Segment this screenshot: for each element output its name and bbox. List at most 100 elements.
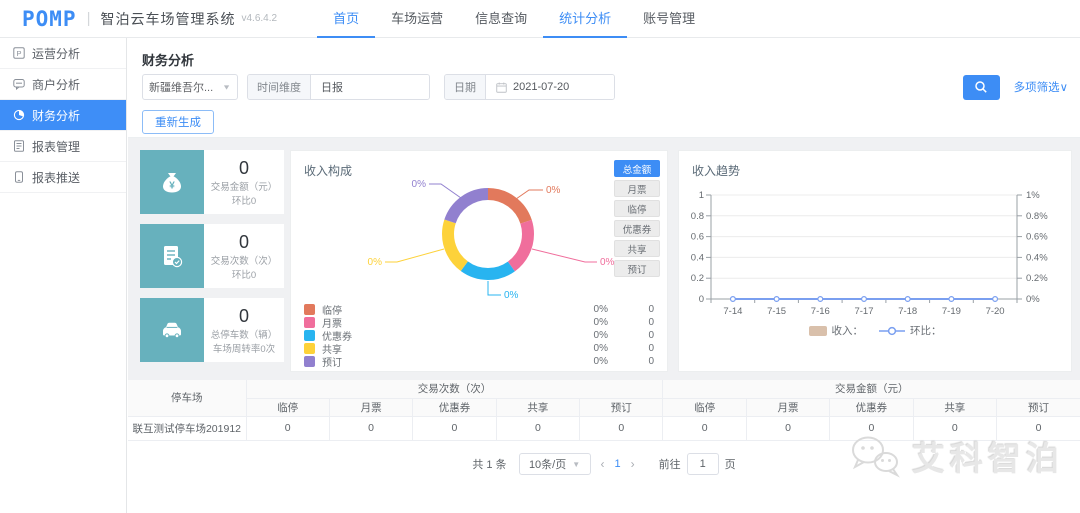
invoice-icon: [140, 224, 204, 288]
legend-swatch: [304, 343, 315, 354]
money-bag-icon: ¥: [140, 150, 204, 214]
goto-page: 前往 页: [659, 453, 736, 475]
y-right-tick: 0.2%: [1026, 273, 1048, 284]
goto-label: 前往: [659, 456, 681, 472]
report-push-icon: [13, 171, 25, 183]
sidebar-item-report-push[interactable]: 报表推送: [0, 162, 126, 193]
legend-value: 0: [608, 304, 654, 315]
legend-value: 0: [608, 330, 654, 341]
legend-value: 0: [608, 356, 654, 367]
page-title: 财务分析: [142, 50, 194, 69]
y-left-tick: 0: [699, 294, 704, 305]
y-right-tick: 1%: [1026, 190, 1040, 201]
finance-analysis-icon: [13, 109, 25, 121]
nav-parking-operation[interactable]: 车场运营: [375, 0, 459, 38]
next-page-button[interactable]: ›: [631, 457, 635, 471]
x-tick: 7-20: [986, 306, 1005, 317]
sub-header: 共享: [913, 398, 996, 416]
donut-callout-shared: 0%: [368, 257, 383, 268]
sidebar-item-finance-analysis[interactable]: 财务分析: [0, 100, 126, 131]
donut-callout-coupon: 0%: [504, 290, 519, 301]
sidebar-item-report-manage[interactable]: 报表管理: [0, 131, 126, 162]
search-button[interactable]: [963, 75, 1000, 100]
x-tick: 7-17: [854, 306, 873, 317]
income-bar-swatch[interactable]: [809, 326, 827, 336]
table-panel: 停车场 交易次数（次） 交易金额（元） 临停 月票 优惠券 共享 预订 临停 月…: [128, 380, 1080, 513]
y-left-tick: 0.2: [691, 273, 704, 284]
legend-row-reserve: 预订 0% 0: [304, 355, 654, 368]
search-icon: [974, 80, 988, 94]
trend-chart-canvas[interactable]: 1 0.8 0.6 0.4 0.2 0 1% 0.8% 0.6% 0.4% 0.…: [679, 177, 1073, 325]
cell: 0: [580, 416, 663, 440]
prev-page-button[interactable]: ‹: [601, 457, 605, 471]
page-size-select[interactable]: 10条/页 ▼: [519, 453, 591, 475]
operations-analysis-icon: P: [13, 47, 25, 59]
nav-statistics[interactable]: 统计分析: [543, 0, 627, 38]
group-header-amount: 交易金额（元）: [663, 380, 1080, 398]
sidebar-item-label: 商户分析: [32, 76, 80, 93]
sidebar-item-label: 报表管理: [32, 138, 80, 155]
sub-header: 优惠券: [830, 398, 913, 416]
stat-sub: 车场周转率0次: [213, 341, 275, 355]
stat-value: 0: [239, 158, 249, 178]
cell: 0: [246, 416, 329, 440]
report-manage-icon: [13, 140, 25, 152]
sidebar-item-operations-analysis[interactable]: P 运营分析: [0, 38, 126, 69]
chevron-down-icon: ▼: [572, 460, 580, 469]
nav-home[interactable]: 首页: [317, 0, 375, 38]
stat-card-count: 0 交易次数（次） 环比0: [140, 224, 284, 288]
group-header-count: 交易次数（次）: [246, 380, 663, 398]
sub-header: 临停: [246, 398, 329, 416]
time-dimension-input[interactable]: 日报: [311, 75, 429, 99]
stat-card-parked: 0 总停车数（辆） 车场周转率0次: [140, 298, 284, 362]
filter-panel: 财务分析 新疆维吾尔... ▼ 时间维度 日报 日期 2021-07-20: [128, 38, 1080, 138]
sidebar-item-label: 财务分析: [32, 107, 80, 124]
stat-value: 0: [239, 306, 249, 326]
sidebar: P 运营分析 商户分析 财务分析 报表管理 报表推送: [0, 38, 127, 513]
cell: 0: [663, 416, 746, 440]
income-legend-label: 收入：: [832, 323, 864, 338]
sidebar-item-label: 运营分析: [32, 45, 80, 62]
y-left-tick: 1: [699, 190, 704, 201]
regenerate-button[interactable]: 重新生成: [142, 110, 214, 134]
region-select-value: 新疆维吾尔...: [149, 79, 213, 95]
ratio-line-swatch[interactable]: [879, 326, 905, 336]
multi-filter-link[interactable]: 多项筛选∨: [1014, 79, 1068, 95]
current-page-button[interactable]: 1: [615, 458, 621, 470]
donut-chart-canvas[interactable]: 0% 0% 0% 0% 0%: [291, 169, 621, 303]
chat-bubbles-logo-icon: [848, 434, 904, 478]
y-right-tick: 0.6%: [1026, 232, 1048, 243]
stat-value: 0: [239, 232, 249, 252]
donut-legend: 临停 0% 0 月票 0% 0 优惠券 0% 0: [304, 303, 654, 368]
date-value: 2021-07-20: [513, 81, 569, 93]
donut-callout-monthly: 0%: [600, 257, 615, 268]
nav-info-query[interactable]: 信息查询: [459, 0, 543, 38]
stat-sub: 环比0: [232, 267, 256, 281]
date-input[interactable]: 2021-07-20: [486, 75, 614, 99]
time-dimension-label: 时间维度: [248, 75, 311, 99]
app-root: POMP | 智泊云车场管理系统 v4.6.4.2 首页 车场运营 信息查询 统…: [0, 0, 1080, 513]
sub-header: 临停: [663, 398, 746, 416]
goto-page-input[interactable]: [687, 453, 719, 475]
nav-account-manage[interactable]: 账号管理: [627, 0, 711, 38]
legend-swatch: [304, 317, 315, 328]
y-left-tick: 0.6: [691, 232, 704, 243]
sidebar-item-merchant-analysis[interactable]: 商户分析: [0, 69, 126, 100]
goto-suffix: 页: [725, 456, 736, 472]
legend-value: 0: [608, 343, 654, 354]
stat-sub: 环比0: [232, 193, 256, 207]
date-label: 日期: [445, 75, 486, 99]
cell: 0: [496, 416, 579, 440]
merchant-analysis-icon: [13, 78, 25, 90]
stat-label: 交易次数（次）: [211, 253, 278, 267]
logo: POMP: [22, 7, 77, 31]
sub-header: 预订: [580, 398, 663, 416]
income-trend-panel: 收入趋势: [678, 150, 1072, 372]
stat-label: 交易金额（元）: [211, 179, 278, 193]
legend-percent: 0%: [564, 330, 608, 341]
region-select[interactable]: 新疆维吾尔... ▼: [142, 74, 238, 100]
x-tick: 7-14: [723, 306, 742, 317]
legend-swatch: [304, 304, 315, 315]
legend-value: 0: [608, 317, 654, 328]
x-tick: 7-15: [767, 306, 786, 317]
